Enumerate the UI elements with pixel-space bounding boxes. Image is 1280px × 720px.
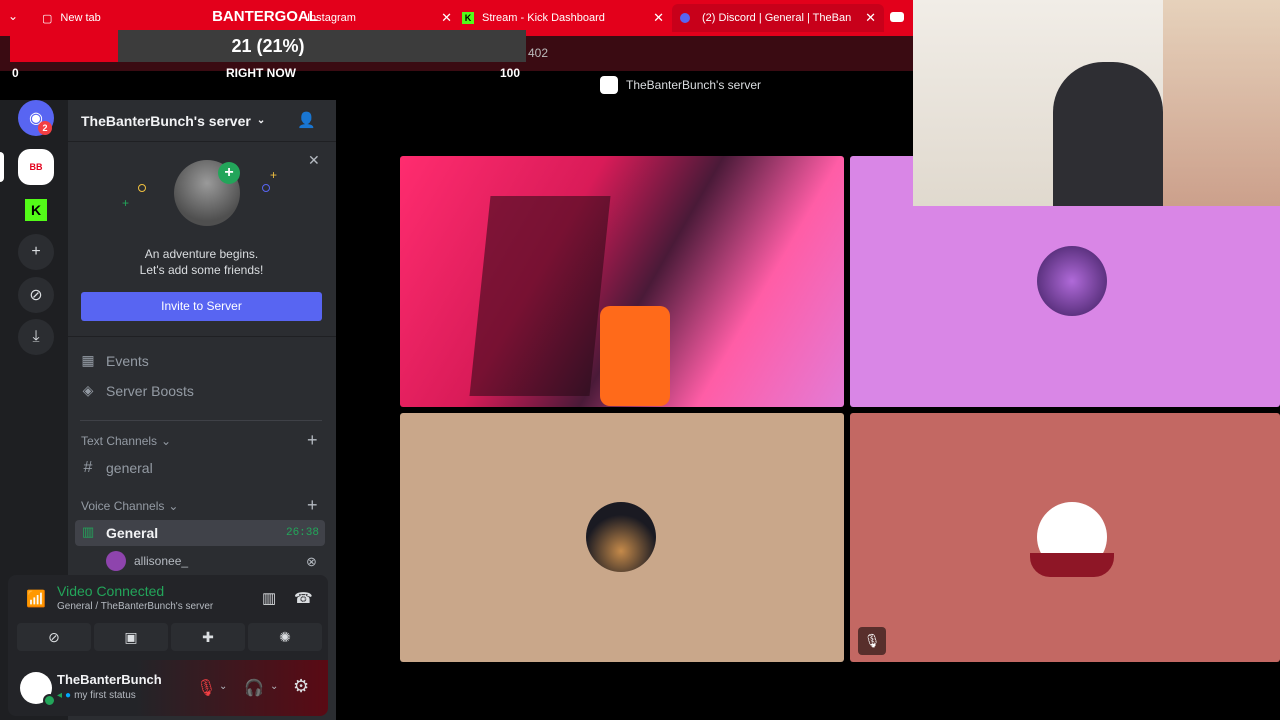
goal-value: 21 (21%) — [231, 36, 305, 56]
goal-max: 100 — [500, 66, 521, 80]
screen-share-button[interactable]: ▣ — [94, 623, 168, 651]
voice-member[interactable]: allisonee_ — [106, 551, 188, 571]
avatar-decoration — [1030, 553, 1114, 577]
chevron-down-icon[interactable]: ⌄ — [219, 681, 227, 692]
chevron-down-icon: ⌄ — [161, 434, 172, 448]
sparkle-icon — [138, 184, 146, 192]
hashtag-icon: # — [83, 459, 93, 476]
boost-icon: ◈ — [82, 382, 94, 398]
muted-mic-icon: 🎙 — [858, 627, 886, 655]
server-boosts-item[interactable]: ◈ Server Boosts — [80, 382, 194, 399]
mute-icon[interactable]: 🎙 — [196, 678, 216, 698]
user-panel — [8, 660, 328, 716]
invite-people-icon[interactable]: 👤 — [297, 111, 316, 129]
channel-general-text[interactable]: # general — [80, 459, 153, 477]
goal-label: RIGHT NOW — [226, 66, 296, 80]
notification-badge: 2 — [38, 121, 52, 135]
selected-server-pill — [0, 152, 4, 182]
signal-icon[interactable]: 📶 — [26, 589, 46, 609]
camera-off-icon: ⊘ — [48, 628, 60, 645]
discord-favicon-icon — [680, 13, 690, 23]
server-icon — [600, 76, 618, 94]
custom-status: ◂ ● my first status — [57, 690, 136, 701]
speaker-icon: ◂ — [57, 690, 63, 701]
divider — [68, 336, 336, 337]
camera-subject — [469, 196, 611, 396]
download-icon[interactable]: ⤓ — [18, 319, 54, 355]
address-text: 402 — [528, 46, 549, 60]
tab-discord[interactable]: (2) Discord | General | TheBan ✕ — [672, 4, 884, 32]
disconnect-icon[interactable]: ☎ — [294, 589, 313, 607]
youtube-favicon-icon[interactable] — [890, 12, 904, 22]
explore-icon[interactable]: ⊘ — [18, 277, 54, 313]
avatar — [586, 502, 656, 572]
voice-status-subtitle: General / TheBanterBunch's server — [57, 601, 214, 612]
avatar — [106, 551, 126, 571]
voice-channel-name: General — [106, 525, 159, 541]
add-server-icon[interactable]: + — [18, 234, 54, 270]
sparkle-icon — [262, 184, 270, 192]
avatar — [1037, 246, 1107, 316]
streamer-webcam — [913, 0, 1280, 206]
chevron-down-icon: ⌄ — [168, 499, 179, 513]
create-channel-icon[interactable]: + — [307, 430, 318, 451]
speech-bubble-icon: ● — [65, 690, 72, 701]
person-silhouette — [1053, 62, 1163, 206]
headphones-icon[interactable]: 🎧 — [244, 678, 264, 698]
noise-suppression-icon[interactable]: ▥ — [262, 589, 276, 607]
username[interactable]: TheBanterBunch — [57, 672, 162, 687]
voice-channels-category[interactable]: Voice Channels ⌄ — [81, 499, 178, 513]
voice-timer: 26:38 — [285, 527, 319, 539]
online-status-icon — [43, 694, 56, 707]
add-friend-icon: + — [218, 162, 240, 184]
calendar-icon: ▦ — [81, 352, 95, 368]
kick-server-icon[interactable]: K — [18, 192, 54, 228]
gear-icon[interactable]: ⚙ — [293, 676, 309, 697]
voice-channel-general[interactable]: ▥ General 26:38 — [75, 520, 325, 546]
video-tile-participant[interactable]: 🎙 — [850, 413, 1280, 662]
text-channels-category[interactable]: Text Channels ⌄ — [81, 434, 171, 448]
goal-title: BANTERGOAL — [212, 8, 318, 25]
chevron-down-icon[interactable]: ⌄ — [270, 681, 278, 692]
xbox-icon: ⊗ — [306, 554, 317, 569]
soundboard-button[interactable]: ✺ — [248, 623, 322, 651]
invite-to-server-button[interactable]: Invite to Server — [81, 292, 322, 321]
soundboard-icon: ✺ — [279, 628, 291, 645]
sparkle-icon: + — [122, 196, 130, 210]
close-icon[interactable]: ✕ — [653, 10, 664, 26]
invite-card-text: An adventure begins. Let's add some frie… — [139, 247, 264, 277]
voice-status-title[interactable]: Video Connected — [57, 583, 164, 599]
server-header[interactable]: TheBanterBunch's server ⌄ 👤 — [68, 100, 336, 142]
voice-activity-icon: ▥ — [82, 524, 95, 539]
activities-icon: ✚ — [202, 628, 214, 645]
shelves — [1163, 0, 1280, 206]
banterbunch-server-icon[interactable]: BB — [18, 149, 54, 185]
activities-button[interactable]: ✚ — [171, 623, 245, 651]
gaming-chair — [600, 306, 670, 406]
goal-min: 0 — [12, 66, 19, 80]
chevron-down-icon: ⌄ — [256, 115, 266, 126]
video-tile-participant[interactable] — [400, 413, 844, 662]
sparkle-icon: + — [270, 168, 278, 182]
camera-off-button[interactable]: ⊘ — [17, 623, 91, 651]
window-title: TheBanterBunch's server — [600, 76, 761, 94]
events-item[interactable]: ▦ Events — [80, 352, 148, 369]
video-tile-camera[interactable] — [400, 156, 844, 407]
create-channel-icon[interactable]: + — [307, 495, 318, 516]
divider — [80, 420, 322, 421]
close-icon[interactable]: ✕ — [865, 10, 876, 26]
screen-share-icon: ▣ — [124, 628, 138, 645]
close-icon[interactable]: ✕ — [308, 152, 320, 169]
